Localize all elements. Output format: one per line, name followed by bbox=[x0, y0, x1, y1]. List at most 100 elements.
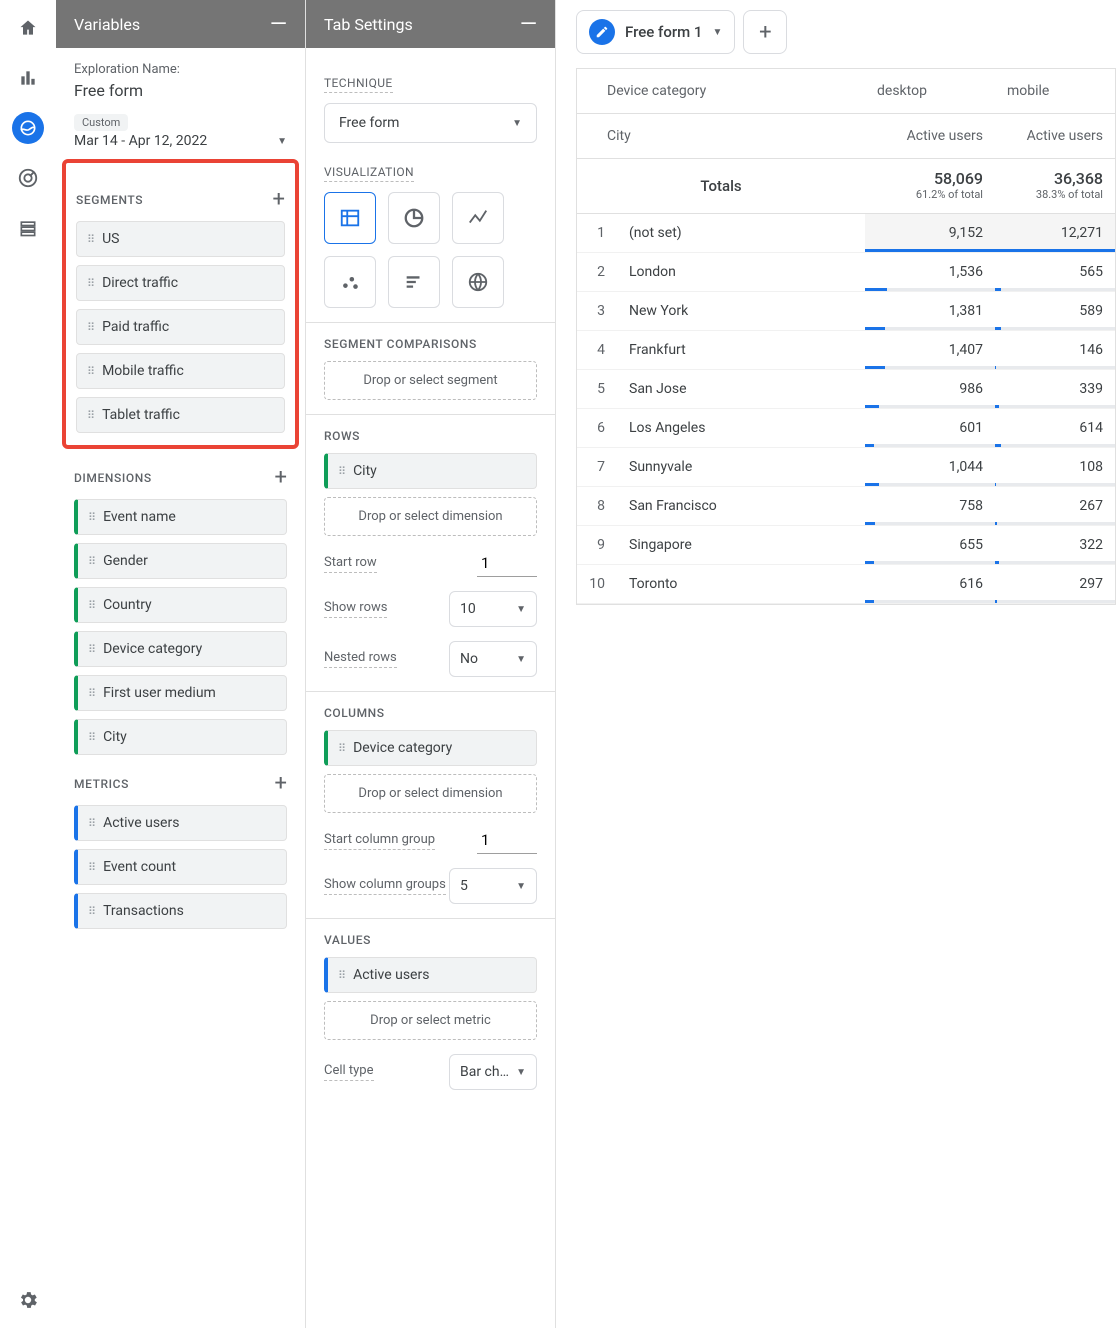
date-range-picker[interactable]: Mar 14 - Apr 12, 2022 ▼ bbox=[74, 133, 287, 149]
column-mobile[interactable]: mobile bbox=[995, 69, 1115, 113]
dimension-chip[interactable]: ⠿City bbox=[74, 719, 287, 755]
segment-chip[interactable]: ⠿Mobile traffic bbox=[76, 353, 285, 389]
tab-name: Free form 1 bbox=[625, 23, 702, 41]
segment-drop-zone[interactable]: Drop or select segment bbox=[324, 361, 537, 400]
cell-type-select[interactable]: Bar ch…▼ bbox=[449, 1054, 537, 1090]
metric-header-mobile[interactable]: Active users bbox=[995, 114, 1115, 158]
table-row[interactable]: 1(not set)9,15212,271 bbox=[577, 214, 1115, 253]
metric-chip[interactable]: ⠿Transactions bbox=[74, 893, 287, 929]
target-icon[interactable] bbox=[12, 162, 44, 194]
rows-drop-zone[interactable]: Drop or select dimension bbox=[324, 497, 537, 536]
table-row[interactable]: 6Los Angeles601614 bbox=[577, 409, 1115, 448]
table-row[interactable]: 4Frankfurt1,407146 bbox=[577, 331, 1115, 370]
start-col-input[interactable] bbox=[477, 827, 537, 854]
technique-select[interactable]: Free form ▼ bbox=[324, 103, 537, 143]
dimension-chip[interactable]: ⠿Device category bbox=[74, 631, 287, 667]
add-tab-button[interactable]: + bbox=[743, 10, 787, 54]
viz-scatter-button[interactable] bbox=[324, 256, 376, 308]
home-icon[interactable] bbox=[12, 12, 44, 44]
variables-panel: Variables — Exploration Name: Free form … bbox=[56, 0, 306, 1328]
drag-icon: ⠿ bbox=[87, 233, 94, 246]
start-row-label: Start row bbox=[324, 555, 377, 573]
segment-comp-title: SEGMENT COMPARISONS bbox=[324, 337, 537, 351]
table-row[interactable]: 2London1,536565 bbox=[577, 253, 1115, 292]
drag-icon: ⠿ bbox=[338, 465, 345, 478]
add-dimension-button[interactable]: + bbox=[275, 467, 287, 489]
viz-line-button[interactable] bbox=[452, 192, 504, 244]
show-col-select[interactable]: 5▼ bbox=[449, 868, 537, 904]
table-row[interactable]: 5San Jose986339 bbox=[577, 370, 1115, 409]
viz-donut-button[interactable] bbox=[388, 192, 440, 244]
row-desktop-value: 9,152 bbox=[865, 214, 995, 252]
exploration-name-value[interactable]: Free form bbox=[74, 81, 287, 100]
row-city: Frankfurt bbox=[617, 331, 865, 369]
collapse-settings-button[interactable]: — bbox=[520, 12, 537, 37]
columns-drop-zone[interactable]: Drop or select dimension bbox=[324, 774, 537, 813]
table-row[interactable]: 10Toronto616297 bbox=[577, 565, 1115, 604]
tab-free-form-1[interactable]: Free form 1 ▼ bbox=[576, 10, 735, 54]
viz-bar-button[interactable] bbox=[388, 256, 440, 308]
drag-icon: ⠿ bbox=[88, 731, 95, 744]
table-row[interactable]: 3New York1,381589 bbox=[577, 292, 1115, 331]
columns-chip-device[interactable]: ⠿Device category bbox=[324, 730, 537, 766]
segment-chip[interactable]: ⠿US bbox=[76, 221, 285, 257]
table-row[interactable]: 7Sunnyvale1,044108 bbox=[577, 448, 1115, 487]
dimension-chip[interactable]: ⠿Gender bbox=[74, 543, 287, 579]
variables-title: Variables bbox=[74, 15, 140, 34]
row-mobile-value: 297 bbox=[995, 565, 1115, 603]
row-mobile-value: 339 bbox=[995, 370, 1115, 408]
drag-icon: ⠿ bbox=[87, 409, 94, 422]
start-row-input[interactable] bbox=[477, 550, 537, 577]
nested-rows-select[interactable]: No▼ bbox=[449, 641, 537, 677]
columns-title: COLUMNS bbox=[324, 706, 537, 720]
dimension-chip[interactable]: ⠿Country bbox=[74, 587, 287, 623]
date-range-value: Mar 14 - Apr 12, 2022 bbox=[74, 133, 207, 149]
segment-chip[interactable]: ⠿Direct traffic bbox=[76, 265, 285, 301]
config-icon[interactable] bbox=[12, 212, 44, 244]
totals-desktop: 58,069 61.2% of total bbox=[865, 159, 995, 213]
visualization-title: VISUALIZATION bbox=[324, 165, 414, 182]
data-table: Device category desktop mobile City Acti… bbox=[576, 68, 1116, 605]
row-mobile-value: 614 bbox=[995, 409, 1115, 447]
add-metric-button[interactable]: + bbox=[275, 773, 287, 795]
totals-mobile: 36,368 38.3% of total bbox=[995, 159, 1115, 213]
dimensions-title: DIMENSIONS bbox=[74, 471, 152, 485]
segment-chip[interactable]: ⠿Paid traffic bbox=[76, 309, 285, 345]
settings-icon[interactable] bbox=[12, 1284, 44, 1316]
metric-chip[interactable]: ⠿Event count bbox=[74, 849, 287, 885]
drag-icon: ⠿ bbox=[88, 861, 95, 874]
nested-rows-label: Nested rows bbox=[324, 650, 397, 668]
dimension-chip[interactable]: ⠿Event name bbox=[74, 499, 287, 535]
start-col-label: Start column group bbox=[324, 832, 435, 850]
row-index: 9 bbox=[577, 526, 617, 564]
values-drop-zone[interactable]: Drop or select metric bbox=[324, 1001, 537, 1040]
drag-icon: ⠿ bbox=[88, 643, 95, 656]
row-desktop-value: 655 bbox=[865, 526, 995, 564]
values-chip-active-users[interactable]: ⠿Active users bbox=[324, 957, 537, 993]
explore-icon[interactable] bbox=[12, 112, 44, 144]
viz-table-button[interactable] bbox=[324, 192, 376, 244]
dimension-chip[interactable]: ⠿First user medium bbox=[74, 675, 287, 711]
totals-label: Totals bbox=[577, 159, 865, 213]
rows-chip-city[interactable]: ⠿City bbox=[324, 453, 537, 489]
row-city: London bbox=[617, 253, 865, 291]
table-row[interactable]: 9Singapore655322 bbox=[577, 526, 1115, 565]
metric-chip[interactable]: ⠿Active users bbox=[74, 805, 287, 841]
row-city: Sunnyvale bbox=[617, 448, 865, 486]
row-city: San Jose bbox=[617, 370, 865, 408]
reports-icon[interactable] bbox=[12, 62, 44, 94]
viz-geo-button[interactable] bbox=[452, 256, 504, 308]
table-row[interactable]: 8San Francisco758267 bbox=[577, 487, 1115, 526]
collapse-variables-button[interactable]: — bbox=[270, 12, 287, 37]
row-city: San Francisco bbox=[617, 487, 865, 525]
show-rows-select[interactable]: 10▼ bbox=[449, 591, 537, 627]
row-desktop-value: 616 bbox=[865, 565, 995, 603]
column-dimension-label: Device category bbox=[577, 69, 865, 113]
show-rows-label: Show rows bbox=[324, 600, 387, 618]
row-mobile-value: 589 bbox=[995, 292, 1115, 330]
segment-chip[interactable]: ⠿Tablet traffic bbox=[76, 397, 285, 433]
column-desktop[interactable]: desktop bbox=[865, 69, 995, 113]
add-segment-button[interactable]: + bbox=[273, 189, 285, 211]
row-index: 8 bbox=[577, 487, 617, 525]
metric-header-desktop[interactable]: Active users bbox=[865, 114, 995, 158]
